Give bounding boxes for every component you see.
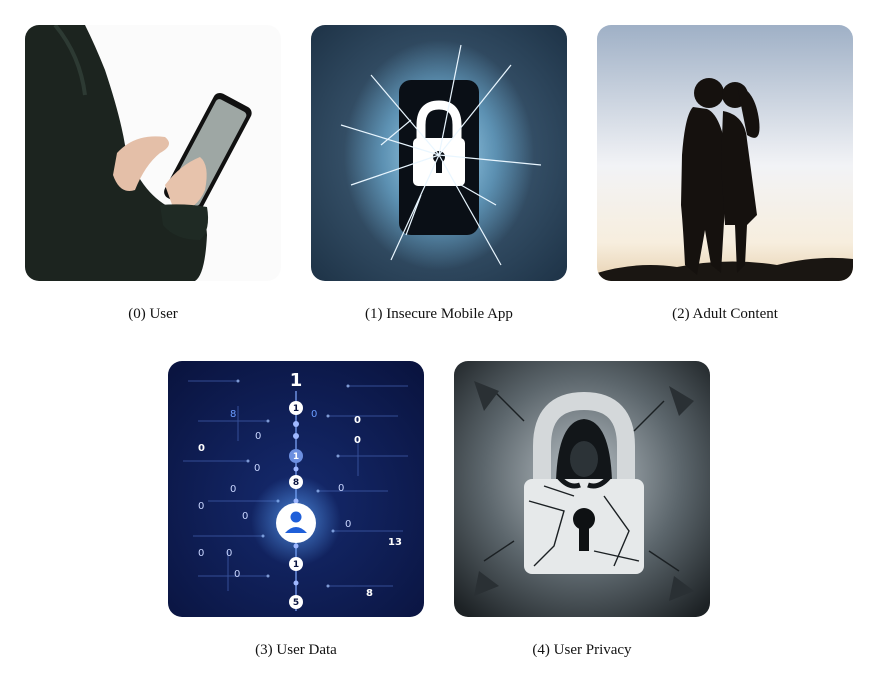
caption-user: (0) User <box>128 306 178 322</box>
scatter-digit: 0 <box>198 443 205 454</box>
scatter-digit: 8 <box>366 588 373 599</box>
scatter-digit: 0 <box>311 409 317 420</box>
panel-adult-content <box>597 25 853 281</box>
scatter-digit: 0 <box>226 548 232 559</box>
caption-insecure-mobile-app: (1) Insecure Mobile App <box>365 306 513 322</box>
hooded-figure-broken-lock-icon <box>454 361 710 617</box>
scatter-digit: 8 <box>230 409 236 420</box>
scatter-digit: 0 <box>234 569 240 580</box>
panel-user <box>25 25 281 281</box>
scatter-digit: 0 <box>338 483 344 494</box>
scatter-digit: 0 <box>255 431 261 442</box>
scatter-digit: 0 <box>230 484 236 495</box>
scatter-digit: 0 <box>198 548 204 559</box>
scatter-digit: 0 <box>254 463 260 474</box>
caption-user-privacy: (4) User Privacy <box>532 642 632 658</box>
scatter-digit: 13 <box>388 537 402 548</box>
scatter-digit: 0 <box>354 415 361 426</box>
stream-chain-digit: 5 <box>293 598 299 608</box>
binary-data-stream-icon: 1 1 1 8 1 5 8 0 0 0 0 0 0 0 0 0 0 0 0 0 … <box>168 361 424 617</box>
caption-adult-content: (2) Adult Content <box>672 306 778 322</box>
cracked-phone-lock-icon <box>311 25 567 281</box>
couple-silhouette-icon <box>597 25 853 281</box>
stream-top-digit: 1 <box>290 370 303 391</box>
stream-chain-digit: 1 <box>293 452 299 462</box>
stream-chain-digit: 1 <box>293 560 299 570</box>
scatter-digit: 0 <box>345 519 351 530</box>
panel-user-data: 1 1 1 8 1 5 8 0 0 0 0 0 0 0 0 0 0 0 0 0 … <box>168 361 424 617</box>
caption-user-data: (3) User Data <box>255 642 337 658</box>
stream-chain-digit: 1 <box>293 404 299 414</box>
scatter-digit: 0 <box>242 511 248 522</box>
person-holding-phone-icon <box>25 25 281 281</box>
panel-insecure-mobile-app <box>311 25 567 281</box>
panel-user-privacy <box>454 361 710 617</box>
scatter-digit: 0 <box>354 435 361 446</box>
stream-chain-digit: 8 <box>293 478 299 488</box>
scatter-digit: 0 <box>198 501 204 512</box>
